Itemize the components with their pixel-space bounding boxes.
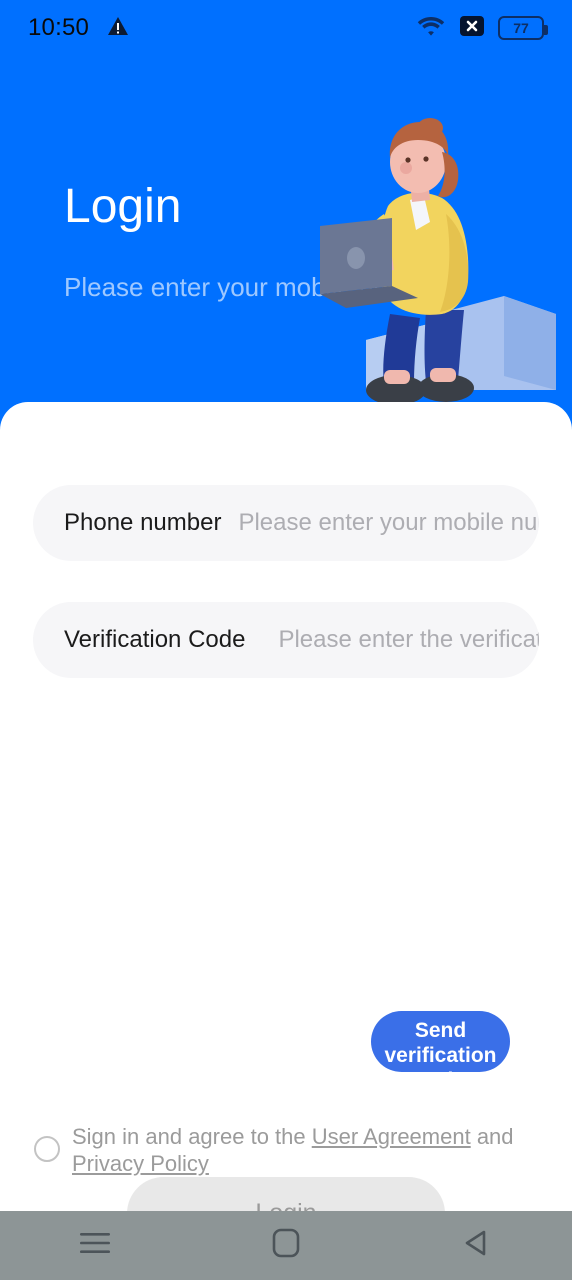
battery-icon: 77	[498, 16, 548, 40]
send-verification-code-button[interactable]: Send verification code	[371, 1011, 510, 1092]
android-navigation-bar	[0, 1211, 572, 1280]
status-bar: 10:50 77	[0, 0, 572, 56]
back-icon	[462, 1228, 492, 1263]
user-agreement-link[interactable]: User Agreement	[312, 1124, 471, 1149]
page-title: Login	[64, 180, 182, 233]
wifi-icon	[416, 14, 446, 43]
battery-level-label: 77	[513, 20, 529, 36]
phone-number-field[interactable]: Phone number Please enter your mobile nu…	[33, 485, 539, 561]
person-with-laptop-illustration	[318, 118, 572, 408]
agreement-prefix: Sign in and agree to the	[72, 1124, 312, 1149]
recent-apps-button[interactable]	[0, 1211, 191, 1280]
home-button[interactable]	[191, 1211, 382, 1280]
agreement-radio-button[interactable]	[34, 1136, 60, 1162]
back-button[interactable]	[381, 1211, 572, 1280]
login-card: Phone number Please enter your mobile nu…	[0, 402, 572, 1250]
privacy-policy-link[interactable]: Privacy Policy	[72, 1151, 209, 1176]
login-screen: 10:50 77 Login Please enter your mobile …	[0, 0, 572, 1280]
agreement-conjunction: and	[470, 1124, 514, 1149]
recent-apps-icon	[78, 1230, 112, 1261]
phone-number-input[interactable]: Please enter your mobile number	[221, 509, 539, 537]
agreement-text: Sign in and agree to the User Agreement …	[72, 1124, 534, 1178]
header-banner: 10:50 77 Login Please enter your mobile …	[0, 0, 572, 430]
warning-triangle-icon	[107, 16, 129, 41]
verification-code-label: Verification Code	[64, 626, 246, 653]
status-bar-right: 77	[416, 14, 548, 43]
status-bar-left: 10:50	[28, 14, 129, 42]
phone-number-label: Phone number	[64, 509, 222, 536]
verification-code-input[interactable]: Please enter the verification code	[245, 626, 539, 654]
status-bar-clock: 10:50	[28, 14, 90, 41]
agreement-row: Sign in and agree to the User Agreement …	[34, 1124, 534, 1178]
verification-code-field[interactable]: Verification Code Please enter the verif…	[33, 602, 539, 678]
no-sim-x-icon	[459, 14, 485, 43]
home-icon	[272, 1228, 300, 1263]
